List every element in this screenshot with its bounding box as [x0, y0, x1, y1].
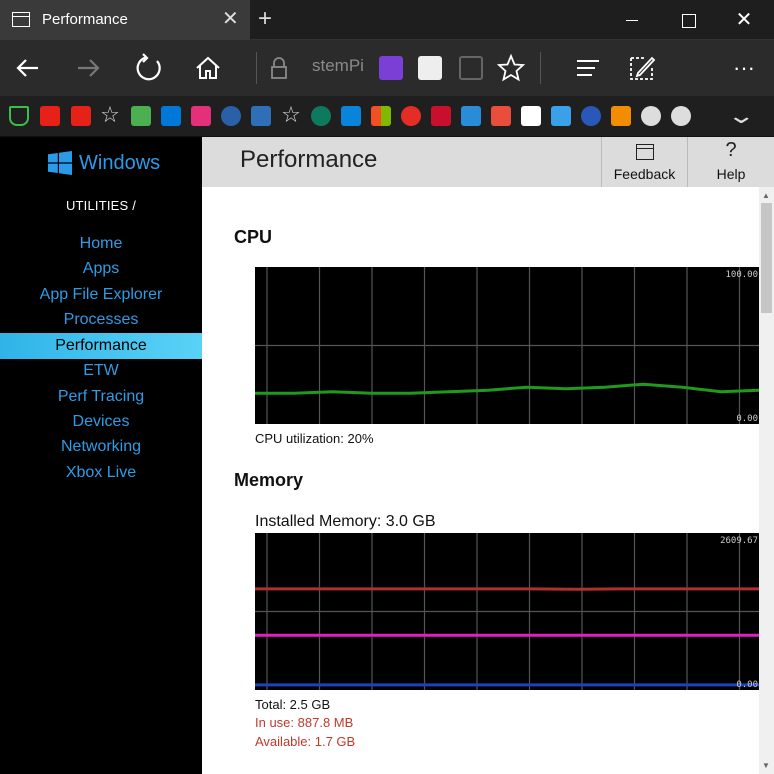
memory-y-max-label: 2609.67: [720, 536, 758, 546]
raywenderlich-extension-icon[interactable]: [379, 56, 403, 80]
back-arrow-icon[interactable]: [8, 48, 48, 88]
sidebar-item-perf-tracing[interactable]: Perf Tracing: [0, 384, 202, 410]
page-header: Performance Feedback ? Help: [202, 137, 774, 187]
help-label: Help: [716, 166, 746, 182]
lock-icon: [271, 57, 287, 79]
favicon-icon[interactable]: [491, 106, 511, 126]
sidebar-item-devices[interactable]: Devices: [0, 409, 202, 435]
memory-total-text: Total: 2.5 GB: [255, 697, 331, 712]
star-favicon-icon[interactable]: ☆: [279, 101, 303, 129]
sidebar-item-xbox-live[interactable]: Xbox Live: [0, 460, 202, 486]
windows-logo-icon: [48, 151, 72, 175]
tab-title: Performance: [42, 11, 128, 28]
window-close-button[interactable]: ✕: [716, 0, 772, 40]
forward-arrow-icon[interactable]: [68, 48, 108, 88]
star-icon[interactable]: [491, 48, 531, 88]
nav-separator: [540, 52, 541, 84]
sidebar-item-networking[interactable]: Networking: [0, 434, 202, 460]
help-button[interactable]: ? Help: [687, 137, 774, 187]
address-bar[interactable]: stemPi: [312, 56, 372, 76]
reddit-favicon-icon[interactable]: [671, 106, 691, 126]
question-icon: ?: [725, 139, 737, 161]
sidebar-item-etw[interactable]: ETW: [0, 358, 202, 384]
reddit-favicon-icon[interactable]: [641, 106, 661, 126]
calendar-icon: [636, 144, 654, 160]
maximize-button[interactable]: [660, 0, 716, 40]
favicon-icon[interactable]: [431, 106, 451, 126]
browser-tab[interactable]: Performance ✕: [0, 0, 250, 40]
feedback-button[interactable]: Feedback: [601, 137, 687, 187]
youtube-favicon-icon[interactable]: [71, 106, 91, 126]
home-icon[interactable]: [188, 48, 228, 88]
browser-navbar: stemPi ···: [0, 40, 774, 96]
installed-memory-text: Installed Memory: 3.0 GB: [255, 513, 436, 530]
favorites-bar: ☆ ☆ ⌄: [0, 96, 774, 137]
memory-chart: 2609.67 0.00: [255, 533, 759, 690]
close-icon[interactable]: ✕: [222, 7, 239, 31]
more-icon[interactable]: ···: [724, 48, 764, 88]
favicon-icon[interactable]: [131, 106, 151, 126]
sidebar-item-processes[interactable]: Processes: [0, 307, 202, 333]
hub-icon[interactable]: [568, 48, 608, 88]
windows-favicon-icon[interactable]: [161, 106, 181, 126]
logo-text: Windows: [79, 152, 161, 174]
plus-icon[interactable]: +: [258, 5, 272, 33]
cpu-y-max-label: 100.00: [725, 270, 758, 280]
favicon-icon[interactable]: [191, 106, 211, 126]
sidebar-item-app-file-explorer[interactable]: App File Explorer: [0, 282, 202, 308]
sidebar-item-performance[interactable]: Performance: [0, 333, 202, 359]
memory-available-text: Available: 1.7 GB: [255, 734, 356, 749]
tomato-favicon-icon[interactable]: [401, 106, 421, 126]
flask-favicon-icon[interactable]: [9, 106, 29, 126]
windows-favicon-icon[interactable]: [341, 106, 361, 126]
memory-title: Memory: [234, 470, 304, 490]
sidebar-item-home[interactable]: Home: [0, 231, 202, 257]
favicon-icon[interactable]: [461, 106, 481, 126]
favicon-icon[interactable]: [581, 106, 601, 126]
youtube-favicon-icon[interactable]: [40, 106, 60, 126]
favicon-icon[interactable]: [551, 106, 571, 126]
memory-in-use-text: In use: 887.8 MB: [255, 715, 354, 730]
vertical-scrollbar[interactable]: ▲ ▼: [759, 187, 774, 774]
cpu-utilization-text: CPU utilization: 20%: [255, 431, 374, 446]
cpu-title: CPU: [234, 227, 273, 247]
sidebar-item-apps[interactable]: Apps: [0, 256, 202, 282]
cpu-chart: 100.00 0.00: [255, 267, 759, 424]
favicon-icon[interactable]: [611, 106, 631, 126]
cpu-series-line-0: [255, 382, 759, 395]
browser-titlebar: Performance ✕ + ✕: [0, 0, 774, 40]
star-favicon-icon[interactable]: ☆: [98, 101, 122, 129]
windows-logo[interactable]: Windows: [48, 151, 208, 175]
nav-separator: [256, 52, 257, 84]
minimize-button[interactable]: [604, 0, 660, 40]
web-note-icon[interactable]: [622, 48, 662, 88]
page-title: Performance: [240, 146, 378, 173]
memory-y-min-label: 0.00: [736, 680, 758, 690]
cpu-y-min-label: 0.00: [736, 414, 758, 424]
section-label: UTILITIES /: [65, 198, 137, 213]
extension-icon[interactable]: [418, 56, 442, 80]
refresh-icon[interactable]: [129, 48, 169, 88]
scrollbar-thumb[interactable]: [761, 203, 772, 313]
scroll-down-icon[interactable]: ▼: [762, 761, 770, 770]
scroll-up-icon[interactable]: ▲: [762, 191, 770, 200]
favicon-icon[interactable]: [221, 106, 241, 126]
chevron-down-icon[interactable]: ⌄: [726, 99, 756, 133]
favicon-icon[interactable]: [251, 106, 271, 126]
main-content: CPU 100.00 0.00 CPU utilization: 20% Memo…: [202, 187, 759, 774]
microsoft-favicon-icon[interactable]: [371, 106, 391, 126]
reading-view-icon[interactable]: [459, 56, 483, 80]
app-sidebar: Windows UTILITIES / Home Apps App File Exp…: [0, 137, 202, 774]
page-icon: [12, 12, 30, 27]
on-favicon-icon[interactable]: [311, 106, 331, 126]
favicon-icon[interactable]: [521, 106, 541, 126]
feedback-label: Feedback: [613, 166, 676, 182]
